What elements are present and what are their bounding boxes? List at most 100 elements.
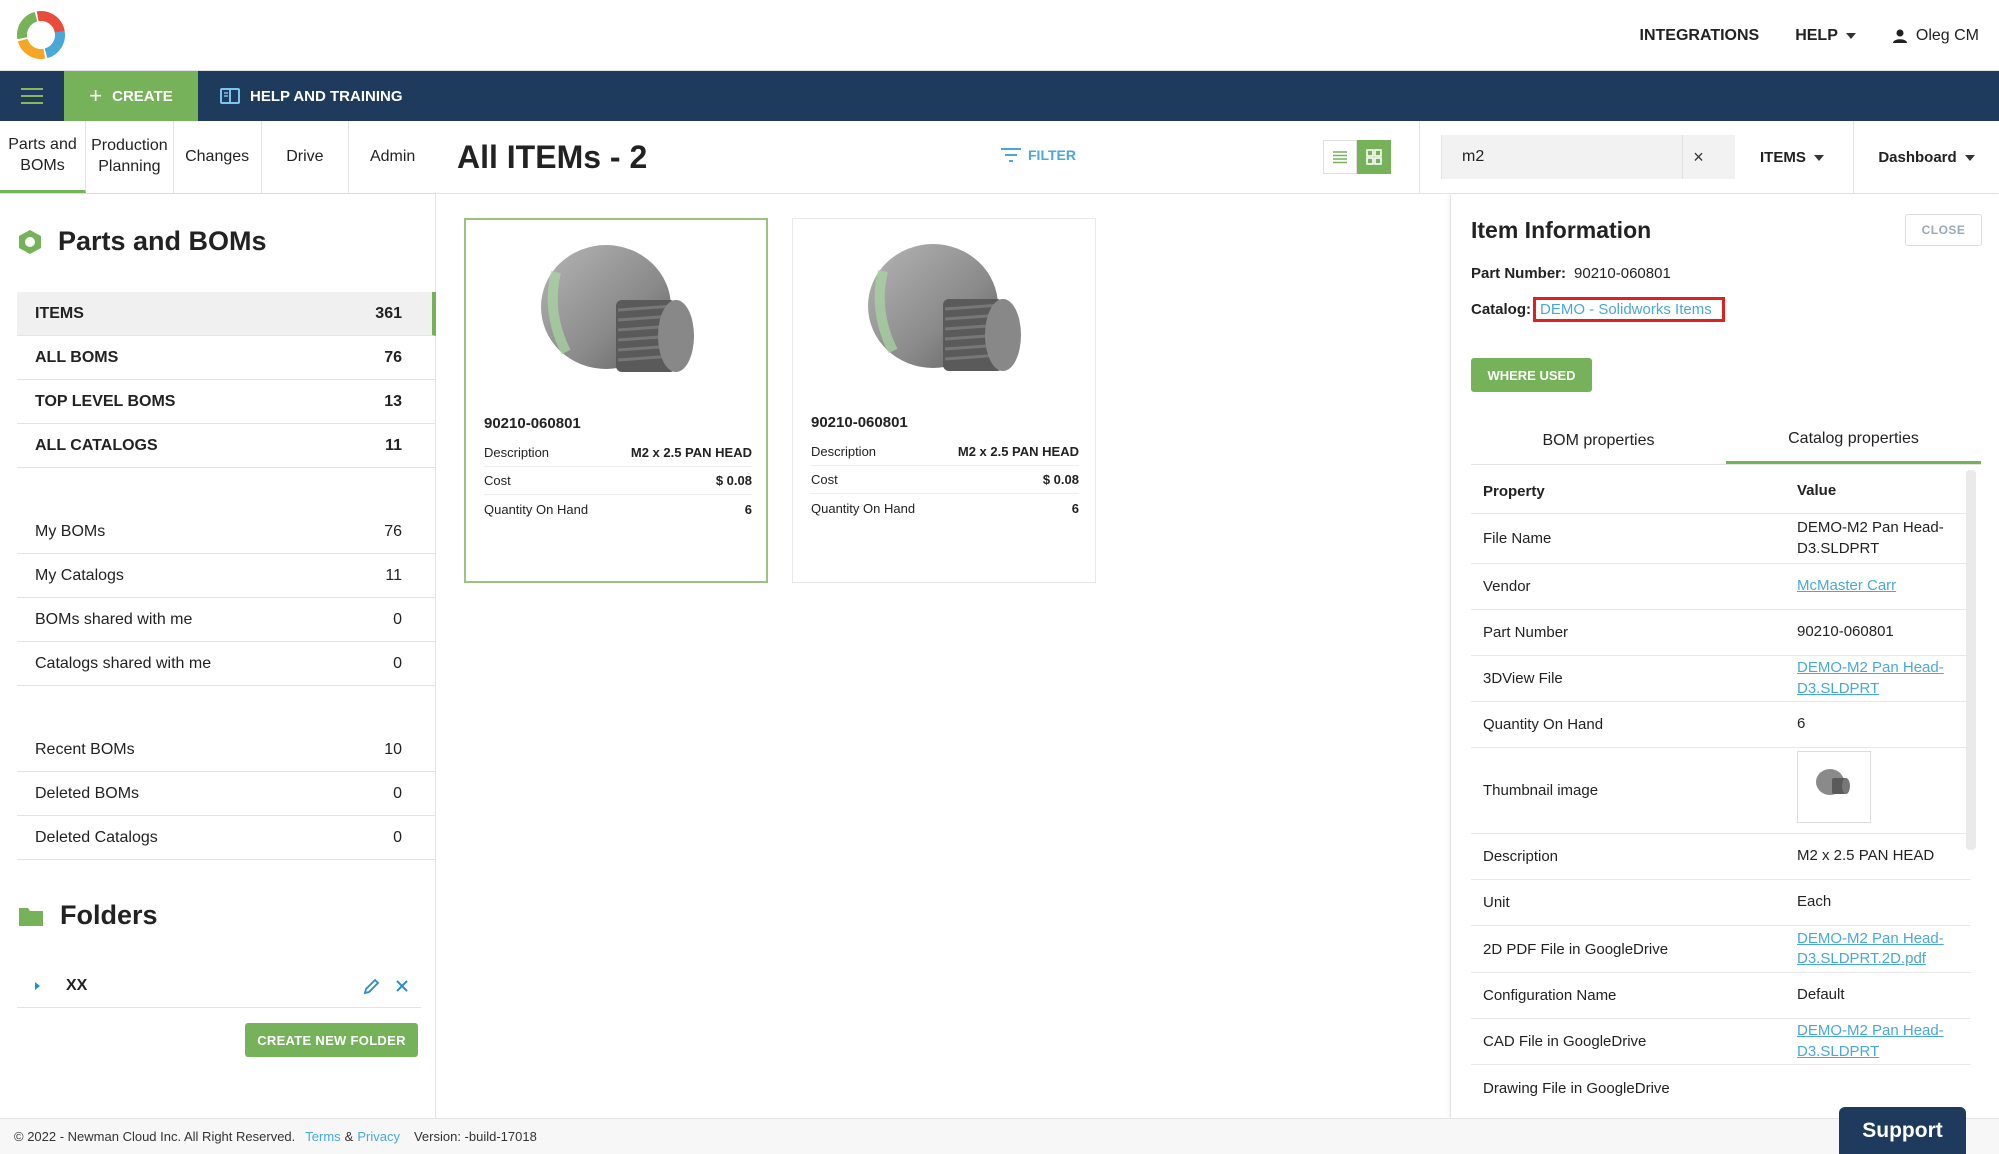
user-menu[interactable]: Oleg CM <box>1892 27 1979 45</box>
sidebar-item-label: ALL BOMS <box>35 348 119 366</box>
edit-pencil-icon[interactable] <box>363 977 381 995</box>
3dview-file-link[interactable]: DEMO-M2 Pan Head-D3.SLDPRT <box>1797 659 1944 696</box>
sidebar-item-label: BOMs shared with me <box>35 610 193 628</box>
folder-item[interactable]: XX <box>17 964 421 1008</box>
card-properties: Description M2 x 2.5 PAN HEAD Cost $ 0.08 … <box>484 439 752 523</box>
version-text: Version: -build-17018 <box>413 1129 537 1144</box>
user-name: Oleg CM <box>1915 26 1979 44</box>
info-panel-title: Item Information <box>1471 217 1652 243</box>
integrations-link[interactable]: INTEGRATIONS <box>1640 27 1760 45</box>
clear-search-icon[interactable]: × <box>1682 135 1714 179</box>
sidebar-item-catalogs-shared[interactable]: Catalogs shared with me 0 <box>17 642 436 686</box>
list-view-icon[interactable] <box>1323 140 1357 174</box>
card-prop-row: Quantity On Hand 6 <box>811 494 1079 522</box>
sidebar-item-my-catalogs[interactable]: My Catalogs 11 <box>17 554 436 598</box>
sidebar-item-count: 11 <box>385 436 402 454</box>
folder-name: XX <box>66 976 88 994</box>
property-name: Part Number <box>1483 624 1569 641</box>
where-used-button[interactable]: WHERE USED <box>1471 358 1592 392</box>
tab-parts-and-boms[interactable]: Parts and BOMs <box>0 121 86 193</box>
create-new-folder-button[interactable]: CREATE NEW FOLDER <box>245 1023 418 1057</box>
sidebar-item-label: TOP LEVEL BOMS <box>35 392 176 410</box>
table-row: File Name DEMO-M2 Pan Head-D3.SLDPRT <box>1471 514 1971 564</box>
property-name: Drawing File in GoogleDrive <box>1483 1079 1670 1097</box>
sidebar-group-recent: Recent BOMs 10 Deleted BOMs 0 Deleted Cata… <box>17 728 436 860</box>
module-tabs: Parts and BOMs Production Planning Chang… <box>0 121 436 194</box>
dashboard-dropdown[interactable]: Dashboard <box>1853 121 1999 194</box>
property-value: DEMO-M2 Pan Head-D3.SLDPRT <box>1797 519 1944 557</box>
sidebar-item-items[interactable]: ITEMS 361 <box>17 292 436 336</box>
sidebar-item-label: ITEMS <box>35 304 84 322</box>
sidebar-item-my-boms[interactable]: My BOMs 76 <box>17 510 436 554</box>
sidebar-item-top-level-boms[interactable]: TOP LEVEL BOMS 13 <box>17 380 436 424</box>
delete-x-icon[interactable] <box>395 979 409 993</box>
tab-drive[interactable]: Drive <box>262 121 350 193</box>
grid-view-icon[interactable] <box>1357 140 1391 174</box>
column-header-value: Value <box>1797 482 1837 500</box>
items-dropdown[interactable]: ITEMS <box>1760 121 1824 194</box>
terms-link[interactable]: Terms <box>305 1129 340 1144</box>
sidebar-item-recent-boms[interactable]: Recent BOMs 10 <box>17 728 436 772</box>
item-card[interactable]: 90210-060801 Description M2 x 2.5 PAN HEA… <box>792 218 1096 583</box>
sidebar-group-main: ITEMS 361 ALL BOMS 76 TOP LEVEL BOMS 13 ALL… <box>17 292 436 468</box>
info-tabs: BOM properties Catalog properties <box>1471 417 1981 465</box>
sidebar-item-label: My Catalogs <box>35 566 124 584</box>
tab-catalog-properties[interactable]: Catalog properties <box>1726 417 1981 464</box>
search-box: × <box>1441 135 1735 179</box>
create-button[interactable]: + CREATE <box>64 71 198 121</box>
info-panel-scrollbar[interactable] <box>1966 470 1976 850</box>
sidebar-title: Parts and BOMs <box>18 226 267 257</box>
card-prop-value: M2 x 2.5 PAN HEAD <box>630 445 752 460</box>
vendor-link[interactable]: McMaster Carr <box>1797 577 1896 594</box>
filter-button[interactable]: FILTER <box>1000 147 1076 163</box>
card-prop-row: Description M2 x 2.5 PAN HEAD <box>484 439 752 467</box>
sidebar-item-boms-shared[interactable]: BOMs shared with me 0 <box>17 598 436 642</box>
sidebar-item-deleted-boms[interactable]: Deleted BOMs 0 <box>17 772 436 816</box>
folders-title-text: Folders <box>60 900 158 930</box>
sidebar-item-all-catalogs[interactable]: ALL CATALOGS 11 <box>17 424 436 468</box>
top-bar: INTEGRATIONS HELP Oleg CM <box>0 0 1999 71</box>
caret-down-icon <box>1964 154 1975 161</box>
support-button[interactable]: Support <box>1839 1107 1966 1154</box>
sidebar-item-count: 76 <box>384 348 402 366</box>
hamburger-menu-icon[interactable] <box>0 71 64 121</box>
folder-icon <box>19 907 43 926</box>
property-name: File Name <box>1483 530 1552 547</box>
card-prop-key: Cost <box>484 473 511 488</box>
item-card[interactable]: 90210-060801 Description M2 x 2.5 PAN HEA… <box>464 218 768 583</box>
sidebar-item-count: 11 <box>385 566 402 584</box>
2d-pdf-file-link[interactable]: DEMO-M2 Pan Head-D3.SLDPRT.2D.pdf <box>1797 930 1944 967</box>
sidebar-item-all-boms[interactable]: ALL BOMS 76 <box>17 336 436 380</box>
table-row: Description M2 x 2.5 PAN HEAD <box>1471 834 1971 880</box>
tab-bom-properties[interactable]: BOM properties <box>1471 417 1726 464</box>
app-logo[interactable] <box>16 10 66 60</box>
thumbnail-image[interactable] <box>1797 751 1871 824</box>
search-input[interactable] <box>1442 148 1682 166</box>
chevron-right-icon[interactable] <box>35 981 40 990</box>
filter-icon <box>1001 148 1021 162</box>
footer: © 2022 - Newman Cloud Inc. All Right Res… <box>0 1118 1999 1154</box>
table-row: CAD File in GoogleDrive DEMO-M2 Pan Head-… <box>1471 1019 1971 1065</box>
close-button[interactable]: CLOSE <box>1905 214 1982 246</box>
table-header-row: Property Value <box>1471 470 1971 514</box>
create-label: CREATE <box>112 87 173 105</box>
sidebar-item-deleted-catalogs[interactable]: Deleted Catalogs 0 <box>17 816 436 860</box>
property-name: Description <box>1483 848 1559 865</box>
plus-icon: + <box>89 83 103 108</box>
privacy-link[interactable]: Privacy <box>357 1129 400 1144</box>
property-name: CAD File in GoogleDrive <box>1483 1033 1647 1050</box>
cad-file-link[interactable]: DEMO-M2 Pan Head-D3.SLDPRT <box>1797 1022 1944 1059</box>
card-prop-row: Description M2 x 2.5 PAN HEAD <box>811 438 1079 466</box>
view-toggle <box>1323 140 1391 174</box>
help-dropdown[interactable]: HELP <box>1795 27 1856 45</box>
help-and-training-button[interactable]: HELP AND TRAINING <box>198 71 403 121</box>
catalog-link[interactable]: DEMO - Solidworks Items <box>1533 297 1725 322</box>
tab-production-planning[interactable]: Production Planning <box>86 121 174 193</box>
table-row: 3DView File DEMO-M2 Pan Head-D3.SLDPRT <box>1471 656 1971 702</box>
tab-changes[interactable]: Changes <box>174 121 262 193</box>
tab-admin[interactable]: Admin <box>349 121 436 193</box>
table-row: Vendor McMaster Carr <box>1471 564 1971 610</box>
sidebar-item-label: My BOMs <box>35 522 106 540</box>
card-prop-key: Quantity On Hand <box>811 500 916 516</box>
card-properties: Description M2 x 2.5 PAN HEAD Cost $ 0.08 … <box>811 438 1079 522</box>
